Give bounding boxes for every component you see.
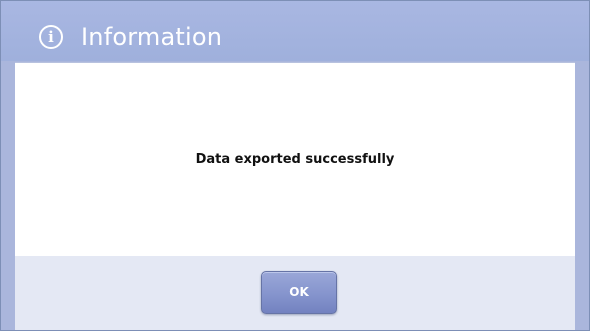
dialog-footer: OK — [15, 256, 575, 330]
dialog-title-bar: i Information — [1, 1, 589, 61]
info-icon: i — [39, 25, 63, 49]
dialog-message: Data exported successfully — [195, 152, 395, 167]
information-dialog: i Information Data exported successfully… — [0, 0, 590, 331]
ok-button[interactable]: OK — [261, 271, 337, 314]
dialog-content: Data exported successfully — [15, 62, 575, 256]
dialog-title: Information — [81, 23, 223, 51]
